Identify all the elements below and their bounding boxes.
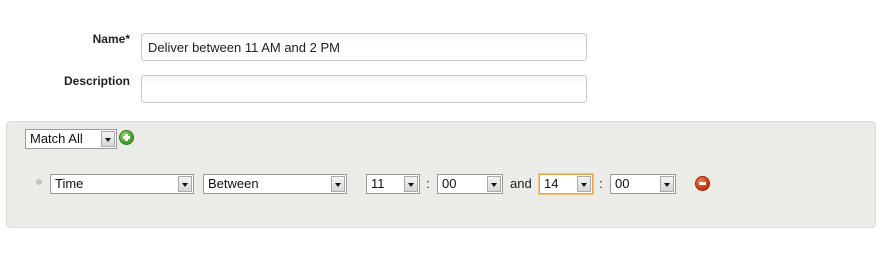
start-time-separator: : — [426, 176, 430, 191]
condition-operator-select[interactable]: Between — [203, 174, 347, 194]
condition-field-select[interactable]: Time — [50, 174, 194, 194]
description-label: Description — [63, 74, 130, 88]
description-input[interactable] — [141, 75, 587, 103]
chevron-down-icon[interactable] — [577, 176, 591, 192]
end-hour-value: 14 — [544, 176, 559, 191]
match-mode-value: Match All — [30, 131, 83, 146]
chevron-down-icon[interactable] — [660, 176, 674, 192]
start-minute-select[interactable]: 00 — [437, 174, 503, 194]
rule-panel: Match All Time Between 11 : 00 and 14 : … — [6, 121, 876, 228]
start-hour-value: 11 — [371, 176, 385, 191]
condition-field-value: Time — [55, 176, 84, 191]
match-mode-select[interactable]: Match All — [25, 129, 117, 149]
between-connector: and — [510, 176, 532, 191]
chevron-down-icon[interactable] — [178, 176, 192, 192]
end-hour-select[interactable]: 14 — [539, 174, 593, 194]
chevron-down-icon[interactable] — [487, 176, 501, 192]
end-time-separator: : — [599, 176, 603, 191]
end-minute-value: 00 — [615, 176, 630, 191]
chevron-down-icon[interactable] — [101, 131, 115, 147]
end-minute-select[interactable]: 00 — [610, 174, 676, 194]
chevron-down-icon[interactable] — [404, 176, 418, 192]
condition-bullet — [36, 179, 42, 185]
start-hour-select[interactable]: 11 — [366, 174, 420, 194]
name-label: Name* — [92, 32, 130, 46]
chevron-down-icon[interactable] — [331, 176, 345, 192]
minus-icon[interactable] — [695, 176, 710, 191]
plus-icon[interactable] — [119, 130, 134, 145]
start-minute-value: 00 — [442, 176, 457, 191]
name-input[interactable] — [141, 33, 587, 61]
condition-operator-value: Between — [208, 176, 259, 191]
